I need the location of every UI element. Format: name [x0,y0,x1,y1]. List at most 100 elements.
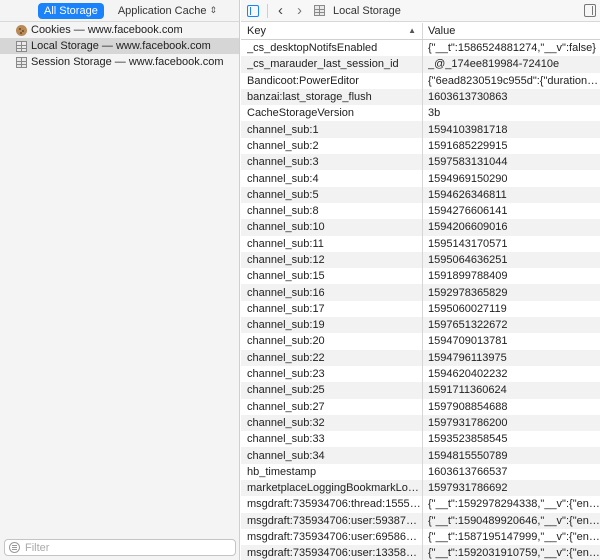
column-header-key[interactable]: Key ▲ [241,23,423,39]
cell-key[interactable]: channel_sub:34 [241,447,423,464]
table-row[interactable]: channel_sub:19 1597651322672 [241,317,600,334]
cell-key[interactable]: Bandicoot:PowerEditor [241,72,423,89]
sidebar-item-session-storage[interactable]: Session Storage — www.facebook.com [0,54,239,70]
cell-key[interactable]: channel_sub:4 [241,170,423,187]
sidebar-item-local-storage[interactable]: Local Storage — www.facebook.com [0,38,239,54]
cell-value[interactable]: _@_174ee819984-72410e [423,56,600,72]
table-row[interactable]: _cs_marauder_last_session_id _@_174ee8199… [241,56,600,73]
cell-value[interactable]: 1595060027119 [423,301,600,317]
table-row[interactable]: channel_sub:3 1597583131044 [241,154,600,171]
cell-value[interactable]: 1594276606141 [423,203,600,219]
cell-key[interactable]: channel_sub:33 [241,431,423,448]
cell-key[interactable]: channel_sub:15 [241,268,423,285]
filter-input[interactable] [25,541,225,554]
toggle-details-sidebar-icon[interactable] [584,4,596,17]
cell-key[interactable]: channel_sub:12 [241,251,423,269]
cell-value[interactable]: 1595143170571 [423,236,600,252]
cell-value[interactable]: {"__t":1592978294338,"__v":{"encod... [423,496,600,512]
cell-key[interactable]: channel_sub:1 [241,121,423,138]
table-row[interactable]: channel_sub:22 1594796113975 [241,349,600,366]
table-row[interactable]: channel_sub:33 1593523858545 [241,431,600,448]
cell-key[interactable]: channel_sub:17 [241,300,423,318]
cell-key[interactable]: channel_sub:11 [241,235,423,252]
table-row[interactable]: channel_sub:25 1591711360624 [241,382,600,399]
cell-key[interactable]: channel_sub:27 [241,398,423,415]
cell-value[interactable]: 1591685229915 [423,138,600,154]
cell-value[interactable]: 1597583131044 [423,154,600,170]
cell-key[interactable]: marketplaceLoggingBookmarkLogTim... [241,480,423,497]
toggle-sidebar-icon[interactable] [247,4,259,17]
table-row[interactable]: channel_sub:5 1594626346811 [241,186,600,203]
cell-value[interactable]: 1594815550789 [423,447,600,463]
cell-key[interactable]: channel_sub:22 [241,349,423,366]
cell-key[interactable]: _cs_marauder_last_session_id [241,56,423,73]
column-header-value[interactable]: Value [423,23,600,39]
cell-key[interactable]: channel_sub:3 [241,154,423,171]
table-row[interactable]: channel_sub:12 1595064636251 [241,251,600,269]
cell-key[interactable]: msgdraft:735934706:thread:155503... [241,496,423,513]
table-row[interactable]: Bandicoot:PowerEditor {"6ead8230519c955d"… [241,72,600,89]
table-row[interactable]: channel_sub:20 1594709013781 [241,333,600,350]
table-row[interactable]: hb_timestamp 1603613766537 [241,463,600,481]
cell-value[interactable]: 1594709013781 [423,333,600,349]
table-row[interactable]: channel_sub:17 1595060027119 [241,300,600,318]
table-row[interactable]: channel_sub:8 1594276606141 [241,202,600,220]
cell-value[interactable]: 3b [423,105,600,121]
cell-value[interactable]: 1603613766537 [423,464,600,480]
cell-value[interactable]: 1593523858545 [423,431,600,447]
cell-value[interactable]: 1595064636251 [423,252,600,268]
back-icon[interactable]: ‹ [278,3,283,18]
cell-key[interactable]: channel_sub:8 [241,202,423,220]
cell-key[interactable]: channel_sub:32 [241,414,423,432]
table-row[interactable]: channel_sub:23 1594620402232 [241,365,600,383]
table-row[interactable]: channel_sub:16 1592978365829 [241,284,600,301]
cell-value[interactable]: {"__t":1590489920646,"__v":{"encod... [423,513,600,529]
table-row[interactable]: channel_sub:1 1594103981718 [241,121,600,138]
cell-value[interactable]: 1594796113975 [423,350,600,366]
cell-key[interactable]: channel_sub:25 [241,382,423,399]
cell-value[interactable]: {"6ead8230519c955d":{"duration":7... [423,73,600,89]
cell-value[interactable]: 1591899788409 [423,268,600,284]
cell-key[interactable]: msgdraft:735934706:user:593878116 [241,512,423,529]
table-row[interactable]: channel_sub:15 1591899788409 [241,268,600,285]
cell-value[interactable]: {"__t":1592031910759,"__v":{"encod... [423,545,600,560]
table-row[interactable]: marketplaceLoggingBookmarkLogTim... 15979… [241,480,600,497]
table-row[interactable]: channel_sub:11 1595143170571 [241,235,600,252]
cell-key[interactable]: hb_timestamp [241,463,423,481]
forward-icon[interactable]: › [297,3,302,18]
cell-value[interactable]: {"__t":1586524881274,"__v":false} [423,40,600,56]
table-row[interactable]: channel_sub:4 1594969150290 [241,170,600,187]
table-row[interactable]: CacheStorageVersion 3b [241,105,600,122]
cell-value[interactable]: 1597931786692 [423,480,600,496]
cell-key[interactable]: channel_sub:20 [241,333,423,350]
sidebar-item-cookies[interactable]: Cookies — www.facebook.com [0,22,239,38]
cell-key[interactable]: channel_sub:2 [241,137,423,155]
table-row[interactable]: _cs_desktopNotifsEnabled {"__t":158652488… [241,40,600,57]
cell-key[interactable]: channel_sub:5 [241,186,423,203]
cell-key[interactable]: channel_sub:23 [241,365,423,383]
table-row[interactable]: channel_sub:32 1597931786200 [241,414,600,432]
cell-key[interactable]: channel_sub:10 [241,219,423,236]
cell-value[interactable]: 1594103981718 [423,121,600,137]
cell-value[interactable]: 1594206609016 [423,219,600,235]
table-row[interactable]: msgdraft:735934706:user:593878116 {"__t":… [241,512,600,529]
cell-value[interactable]: 1592978365829 [423,284,600,300]
table-row[interactable]: msgdraft:735934706:user:695860884 {"__t":… [241,528,600,546]
table-row[interactable]: msgdraft:735934706:thread:155503... {"__t… [241,496,600,513]
cell-key[interactable]: channel_sub:16 [241,284,423,301]
cell-value[interactable]: 1597651322672 [423,317,600,333]
table-row[interactable]: channel_sub:2 1591685229915 [241,137,600,155]
cell-key[interactable]: msgdraft:735934706:user:695860884 [241,528,423,546]
cell-key[interactable]: msgdraft:735934706:user:13358781... [241,545,423,560]
cell-value[interactable]: 1594626346811 [423,187,600,203]
table-row[interactable]: banzai:last_storage_flush 1603613730863 [241,88,600,106]
table-row[interactable]: msgdraft:735934706:user:13358781... {"__t… [241,545,600,560]
cell-value[interactable]: 1594620402232 [423,366,600,382]
cell-value[interactable]: 1597908854688 [423,399,600,415]
cell-value[interactable]: 1591711360624 [423,382,600,398]
cell-key[interactable]: _cs_desktopNotifsEnabled [241,40,423,57]
table-row[interactable]: channel_sub:27 1597908854688 [241,398,600,415]
cell-value[interactable]: 1594969150290 [423,170,600,186]
all-storage-button[interactable]: All Storage [38,2,104,19]
application-cache-selector[interactable]: Application Cache ⇕ [118,5,217,17]
